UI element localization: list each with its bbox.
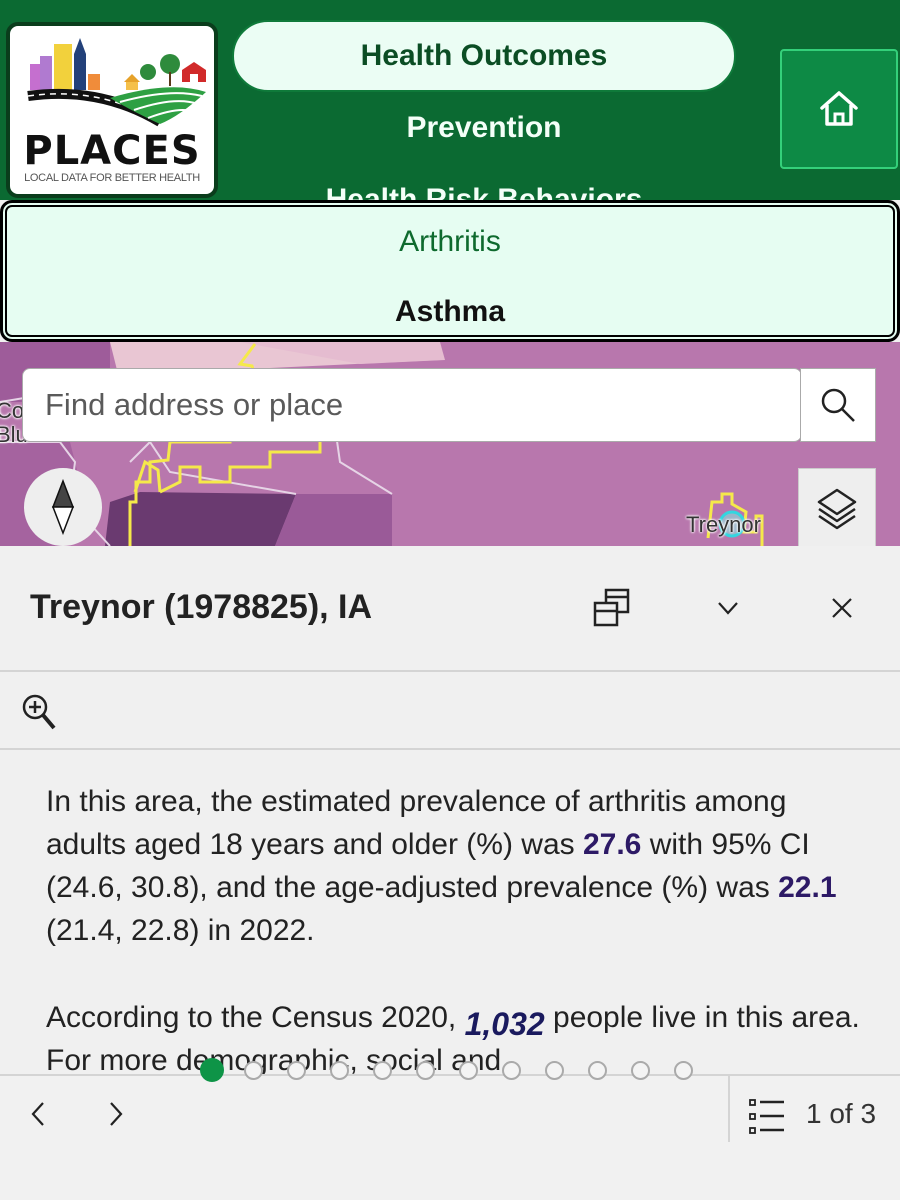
carousel-dot[interactable] [416,1060,435,1080]
dock-icon [593,588,630,627]
search-icon [821,388,855,422]
app-header: PLACES LOCAL DATA FOR BETTER HEALTH Heal… [0,0,900,200]
places-logo: PLACES LOCAL DATA FOR BETTER HEALTH [6,22,218,198]
popup-header: Treynor (1978825), IA [0,546,900,672]
chevron-right-icon [110,1102,123,1126]
category-prevention[interactable]: Prevention [232,92,736,164]
chevron-down-icon [718,602,738,615]
previous-button[interactable] [18,1094,58,1134]
search-box [22,368,802,442]
carousel-dot[interactable] [631,1060,650,1080]
category-health-risk-behaviors[interactable]: Health Risk Behaviors [232,164,736,200]
text-segment: According to the Census 2020, [46,1001,465,1034]
page-count: 1 of 3 [806,1098,877,1129]
layers-button[interactable] [798,468,876,546]
map-region [105,492,296,546]
carousel-dot[interactable] [545,1060,564,1080]
home-button[interactable] [780,49,898,169]
popup-footer: 1 of 3 [0,1074,900,1200]
age-adjusted-value: 22.1 [778,871,837,904]
carousel-dot[interactable] [459,1060,478,1080]
prevalence-paragraph: In this area, the estimated prevalence o… [46,780,866,952]
logo-subtitle: LOCAL DATA FOR BETTER HEALTH [24,172,200,184]
category-menu: Health Outcomes Prevention Health Risk B… [232,20,736,200]
search-button[interactable] [800,368,876,442]
chevron-left-icon [31,1102,44,1126]
map-label-treynor: Treynor [686,512,761,537]
dock-button[interactable] [590,586,634,630]
close-icon [832,598,852,618]
popup-actions [0,674,900,750]
carousel-dot[interactable] [200,1058,224,1082]
home-icon [820,91,858,126]
carousel-dot[interactable] [373,1060,392,1080]
text-segment: (21.4, 22.8) in 2022. [46,914,315,947]
collapse-button[interactable] [706,586,750,630]
category-health-outcomes[interactable]: Health Outcomes [232,20,736,92]
carousel-dot[interactable] [244,1060,263,1080]
carousel-dot[interactable] [330,1060,349,1080]
carousel-dot[interactable] [674,1060,693,1080]
carousel-dot[interactable] [502,1060,521,1080]
footer-divider [728,1076,730,1142]
crude-prevalence-value: 27.6 [582,828,642,861]
zoom-to-icon[interactable] [20,692,60,732]
population-value: 1,032 [464,1006,545,1042]
topic-list: Arthritis Asthma [0,200,900,342]
feature-list-icon[interactable] [748,1096,788,1138]
logo-title: PLACES [23,128,201,174]
compass-icon [51,479,75,535]
close-button[interactable] [820,586,864,630]
search-input[interactable] [43,386,801,424]
carousel-dots [200,1058,717,1082]
carousel-dot[interactable] [588,1060,607,1080]
next-button[interactable] [96,1094,136,1134]
map-view[interactable]: Cou Blu Treynor [0,342,900,546]
topic-arthritis[interactable]: Arthritis [3,225,897,259]
topic-asthma[interactable]: Asthma [3,295,897,329]
popup-title: Treynor (1978825), IA [30,588,373,626]
layers-icon [817,488,857,530]
compass-button[interactable] [24,468,102,546]
carousel-dot[interactable] [287,1060,306,1080]
